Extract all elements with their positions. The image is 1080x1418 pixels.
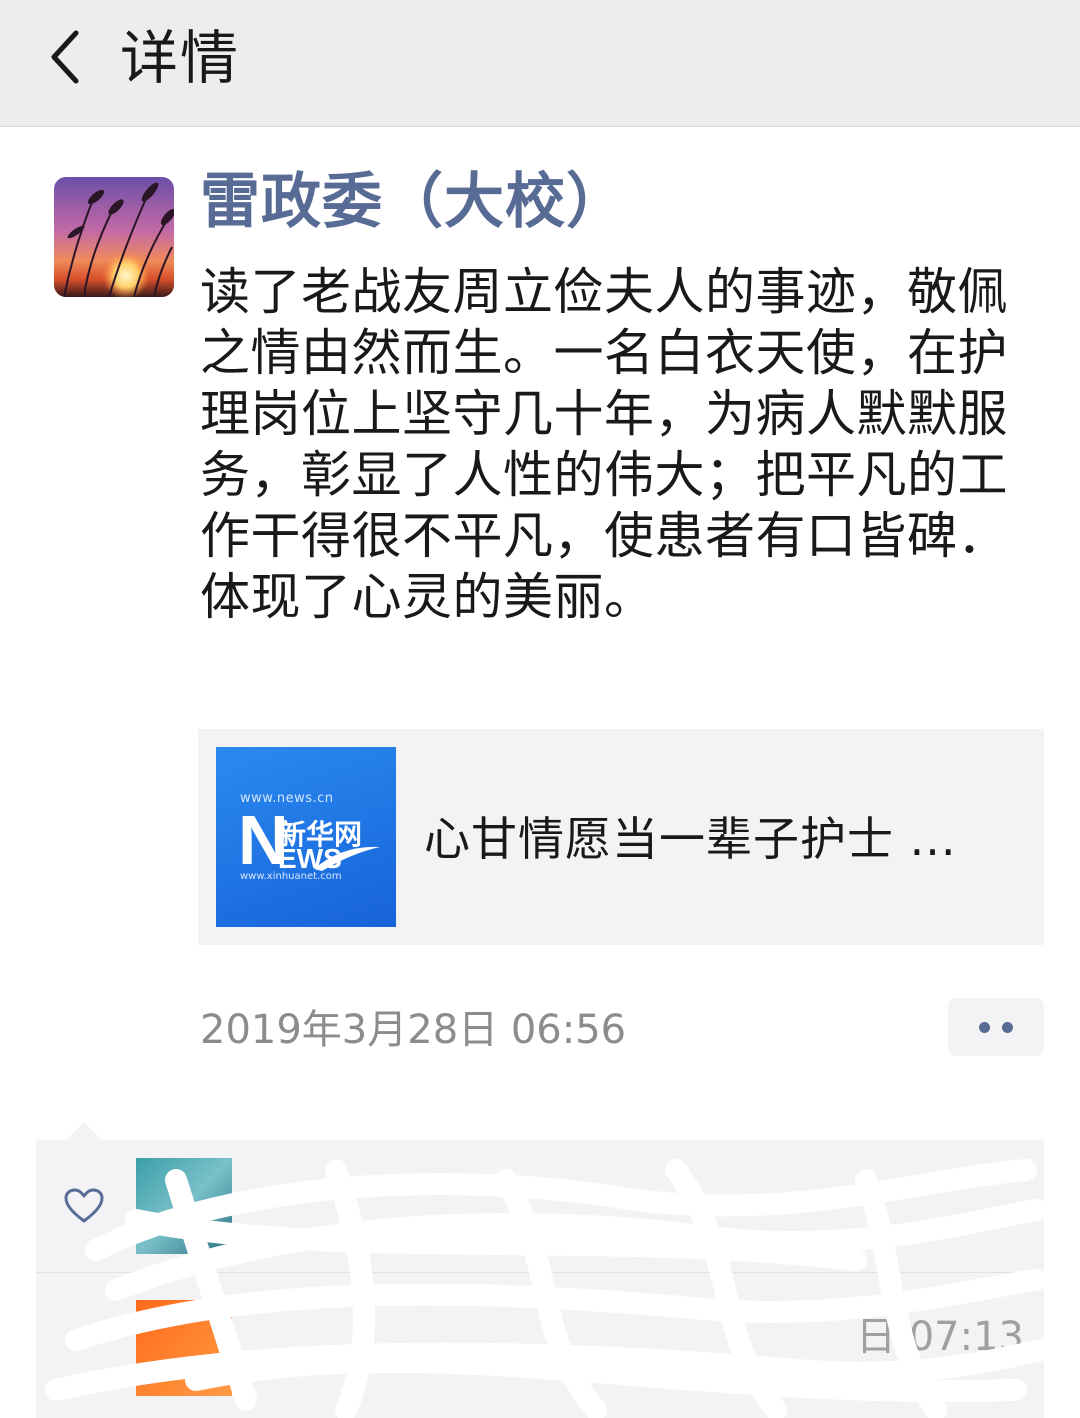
- shared-link-card[interactable]: www.news.cn N 新华网 EWS www.xinhuanet.com …: [198, 729, 1044, 945]
- author-name[interactable]: 雷政委（大校）: [200, 160, 627, 244]
- panel-arrow: [66, 1122, 102, 1140]
- more-dots-icon: [1002, 1021, 1013, 1033]
- news-thumbnail: www.news.cn N 新华网 EWS www.xinhuanet.com: [216, 747, 396, 927]
- avatar-image: [54, 177, 174, 297]
- chevron-left-icon: [51, 30, 79, 84]
- more-dots-icon: [979, 1021, 990, 1033]
- swoosh-icon: [314, 846, 380, 871]
- post-text: 读了老战友周立俭夫人的事迹，敬佩之情由然而生。一名白衣天使，在护理岗位上坚守几十…: [200, 263, 1008, 626]
- thumb-url-bottom: www.xinhuanet.com: [240, 871, 342, 882]
- post-timestamp: 2019年3月28日 06:56: [200, 1007, 627, 1053]
- more-button[interactable]: [948, 998, 1044, 1056]
- page-title: 详情: [120, 24, 241, 92]
- back-button[interactable]: [34, 22, 94, 92]
- link-title: 心甘情愿当一辈子护士 ...: [424, 812, 957, 866]
- redaction-scribble: [45, 1159, 1044, 1418]
- top-bar: 详情: [0, 0, 1080, 127]
- author-avatar[interactable]: [54, 177, 174, 297]
- likes-comments-panel: 日 07:13: [36, 1140, 1044, 1418]
